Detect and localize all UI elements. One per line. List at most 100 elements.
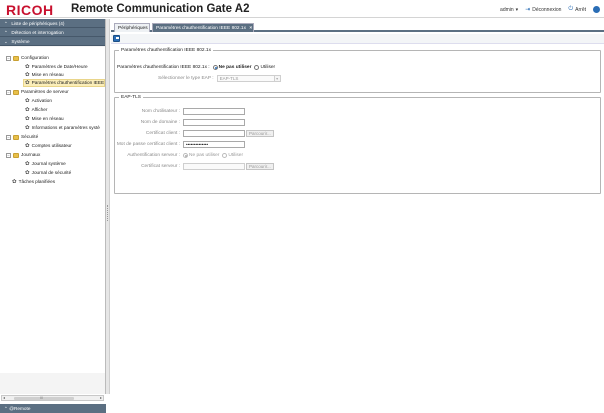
gear-icon: ✿ [25,72,30,78]
tree-label: Journal système [31,161,66,166]
radio-server-auth-off-label[interactable]: Ne pas utiliser [189,153,219,158]
power-icon: ⏻ [568,6,574,12]
user-menu[interactable]: admin ▾ [500,7,518,13]
tree-label: Sécurité [21,134,39,139]
section-legend: Paramètres d'authentification IEEE 802.1… [121,48,211,53]
tab-devices[interactable]: Périphériques [114,23,150,32]
radio-use[interactable] [254,64,260,70]
section-legend: EAP-TLS [121,95,141,100]
browse-server-cert-button[interactable]: Parcourir... [246,162,274,170]
scroll-left-icon[interactable]: ◂ [3,395,5,400]
radio-not-use-label[interactable]: Ne pas utiliser [219,65,252,70]
username-input[interactable] [183,107,245,115]
collapse-icon[interactable]: − [6,134,11,140]
panel-splitter[interactable] [106,19,110,394]
tree-label: Paramètres d'authentification IEEE [31,80,105,85]
save-button[interactable] [113,35,120,42]
tree-label: Paramètres de serveur [21,89,69,94]
accordion-system[interactable]: ⌄ Système [0,37,105,46]
tab-ieee-auth[interactable]: Paramètres d'authentification IEEE 802.1… [152,23,254,32]
tree-label: Configuration [21,55,49,60]
tree-item-scheduled-tasks[interactable]: ✿ Tâches planifiées [12,178,55,186]
gear-icon: ✿ [25,143,30,149]
tree-item-system-info[interactable]: ✿ Informations et paramètres systè [25,124,100,132]
scrollbar-grip: III [40,395,44,400]
eap-type-label: Sélectionner le type EAP : [158,75,214,81]
help-icon[interactable] [593,6,600,13]
sidebar: ⌃ Liste de périphériques (4) ⌃ Détection… [0,19,106,413]
splitter-grip[interactable] [107,205,109,221]
scrollbar-thumb[interactable] [14,397,74,400]
radio-server-auth-on[interactable] [222,152,228,158]
tree-item-server-networking[interactable]: ✿ Mise en réseau [25,115,64,123]
collapse-icon[interactable]: − [6,55,11,61]
tree-label: Paramètres de Date/Heure [31,64,88,69]
gear-icon: ✿ [25,161,30,167]
accordion-discovery[interactable]: ⌃ Détection et interrogation [0,28,105,37]
tree-item-display[interactable]: ✿ Afficher [25,106,47,114]
client-cert-label: Certificat client : [145,130,180,136]
browse-client-cert-button[interactable]: Parcourir... [246,129,274,137]
accordion-remote[interactable]: ⌃ @Remote [0,404,106,413]
collapse-icon[interactable]: − [6,152,11,158]
header-actions: admin ▾ ⇥ Déconnexion ⏻ Arrêt [500,6,600,13]
server-cert-row: Certificat serveur : Parcourir... [115,162,274,170]
client-cert-row: Certificat client : Parcourir... [115,129,274,137]
chevron-up-icon: ⌃ [4,21,8,26]
domain-input[interactable] [183,118,245,126]
tree-item-configuration[interactable]: − Configuration [6,54,49,62]
accordion-device-list[interactable]: ⌃ Liste de périphériques (4) [0,19,105,28]
horizontal-scrollbar[interactable]: ◂ III ▸ [1,395,104,401]
gear-icon: ✿ [12,179,17,185]
server-cert-input[interactable] [183,162,245,170]
collapse-icon[interactable]: − [6,89,11,95]
close-icon[interactable]: × [249,26,252,31]
radio-server-auth-on-label[interactable]: Utiliser [228,153,243,158]
chevron-down-icon[interactable]: ▾ [274,74,281,82]
gear-icon: ✿ [25,125,30,131]
folder-icon [13,55,19,61]
eap-type-select[interactable]: EAP-TLS [216,74,275,82]
logout-label: Déconnexion [532,6,562,13]
app-title: Remote Communication Gate A2 [71,3,250,15]
gear-icon: ✿ [25,98,30,104]
cert-password-input[interactable]: •••••••••••••• [183,140,245,148]
folder-icon [13,134,19,140]
tree-item-server-settings[interactable]: − Paramètres de serveur [6,88,69,96]
tree-item-networking[interactable]: ✿ Mise en réseau [25,71,64,79]
chevron-up-icon: ⌃ [4,406,8,411]
tree-label: Activation [31,98,52,103]
user-name: admin [500,6,514,13]
cert-password-row: Mot de passe certificat client : •••••••… [115,140,245,148]
tree-item-datetime[interactable]: ✿ Paramètres de Date/Heure [25,63,88,71]
server-cert-label: Certificat serveur : [141,163,180,169]
tree-item-security[interactable]: − Sécurité [6,133,38,141]
tree-item-system-log[interactable]: ✿ Journal système [25,160,66,168]
client-cert-input[interactable] [183,129,245,137]
chevron-down-icon: ⌄ [4,39,8,44]
ieee-auth-label: Paramètres d'authentification IEEE 802.1… [117,64,210,70]
tree-item-ieee-auth[interactable]: ✿ Paramètres d'authentification IEEE [23,79,105,87]
radio-not-use[interactable] [212,64,218,70]
server-auth-row: Authentification serveur : Ne pas utilis… [115,151,243,159]
accordion-label: @Remote [9,406,31,411]
system-tree: − Configuration ✿ Paramètres de Date/Heu… [0,47,105,373]
scroll-right-icon[interactable]: ▸ [100,395,102,400]
tree-label: Journal de sécurité [31,170,72,175]
accordion-label: Détection et interrogation [11,30,64,35]
gear-icon: ✿ [25,116,30,122]
ricoh-logo: RICOH [6,2,54,18]
stop-button[interactable]: ⏻ Arrêt [568,6,586,13]
tree-item-user-accounts[interactable]: ✿ Comptes utilisateur [25,142,72,150]
chevron-down-icon: ▾ [515,6,519,13]
tree-item-activation[interactable]: ✿ Activation [25,97,52,105]
radio-use-label[interactable]: Utiliser [260,65,275,70]
tree-label: Tâches planifiées [18,179,56,184]
tab-bar: Périphériques Paramètres d'authentificat… [111,21,604,32]
logout-button[interactable]: ⇥ Déconnexion [525,6,562,14]
eap-type-row: Sélectionner le type EAP : EAP-TLS ▾ [158,74,281,82]
tree-item-security-log[interactable]: ✿ Journal de sécurité [25,169,71,177]
tree-item-logs[interactable]: − Journaux [6,151,40,159]
radio-server-auth-off[interactable] [183,152,188,158]
domain-row: Nom de domaine : [115,118,245,126]
